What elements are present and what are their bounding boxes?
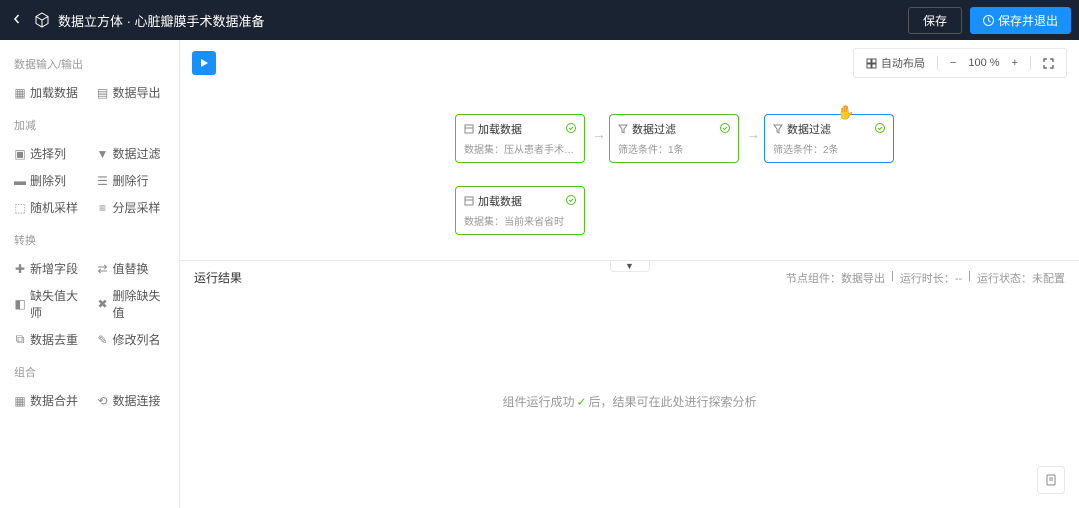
flow-node[interactable]: 数据过滤筛选条件：1条 — [609, 114, 739, 163]
sidebar-item-label: 随机采样 — [30, 199, 78, 216]
header: 数据立方体 · 心脏瓣膜手术数据准备 保存 保存并退出 — [0, 0, 1079, 40]
component-icon: ▬ — [14, 175, 26, 187]
sidebar-item-label: 数据连接 — [113, 392, 161, 409]
sidebar-item-label: 缺失值大师 — [30, 287, 83, 321]
flow-node[interactable]: 数据过滤筛选条件：2条 — [764, 114, 894, 163]
arrow-icon: → — [592, 126, 606, 142]
sidebar-item-label: 加载数据 — [30, 84, 78, 101]
save-exit-button[interactable]: 保存并退出 — [970, 7, 1071, 34]
sidebar-item[interactable]: ▦ 加载数据 — [8, 80, 89, 105]
sidebar-section-title: 组合 — [0, 360, 179, 384]
sidebar-item[interactable]: ⟲ 数据连接 — [91, 388, 172, 413]
sidebar-item-label: 数据过滤 — [113, 145, 161, 162]
arrow-icon: → — [746, 126, 760, 142]
sidebar-section-title: 转换 — [0, 228, 179, 252]
canvas-toolbar: 自动布局 − 100 % + — [180, 40, 1079, 86]
component-icon: ✖ — [97, 298, 109, 310]
component-icon: ▦ — [14, 87, 26, 99]
sidebar-item[interactable]: ✖ 删除缺失值 — [91, 283, 172, 325]
results-body: 组件运行成功✓后，结果可在此处进行探索分析 — [180, 294, 1079, 508]
cube-icon — [34, 12, 50, 28]
component-icon: ≡ — [97, 202, 109, 214]
sidebar-item-label: 选择列 — [30, 145, 66, 162]
sidebar-item[interactable]: ⧉ 数据去重 — [8, 327, 89, 352]
component-icon: ⇄ — [97, 263, 109, 275]
node-subtitle: 筛选条件：1条 — [618, 141, 730, 156]
node-status-icon — [875, 123, 885, 136]
component-icon: ▦ — [14, 395, 26, 407]
node-title: 加载数据 — [478, 193, 522, 209]
component-icon: ⧉ — [14, 334, 26, 346]
component-icon: ☰ — [97, 175, 109, 187]
sidebar-item[interactable]: ▬ 删除列 — [8, 168, 89, 193]
sidebar-item-label: 数据去重 — [30, 331, 78, 348]
sidebar-item[interactable]: ▼ 数据过滤 — [91, 141, 172, 166]
sidebar-item[interactable]: ▦ 数据合并 — [8, 388, 89, 413]
back-button[interactable] — [8, 9, 26, 31]
save-exit-label: 保存并退出 — [998, 12, 1058, 29]
flow-node[interactable]: 加载数据数据集：压从患者手术信息… — [455, 114, 585, 163]
flow-node[interactable]: 加载数据数据集：当前来省省时 — [455, 186, 585, 235]
success-icon: ✓ — [576, 395, 586, 409]
sidebar-item-label: 值替换 — [113, 260, 149, 277]
fit-button[interactable] — [1035, 54, 1062, 73]
sidebar-item[interactable]: ✚ 新增字段 — [8, 256, 89, 281]
sidebar-item-label: 分层采样 — [113, 199, 161, 216]
sidebar-item[interactable]: ✎ 修改列名 — [91, 327, 172, 352]
sidebar-item[interactable]: ⇄ 值替换 — [91, 256, 172, 281]
sidebar-item[interactable]: ≡ 分层采样 — [91, 195, 172, 220]
sidebar-section-title: 数据输入/输出 — [0, 52, 179, 76]
results-title: 运行结果 — [194, 269, 242, 286]
sidebar-item-label: 新增字段 — [30, 260, 78, 277]
component-icon: ⬚ — [14, 202, 26, 214]
sidebar-item[interactable]: ▤ 数据导出 — [91, 80, 172, 105]
node-status-icon — [566, 123, 576, 136]
sidebar-item-label: 数据导出 — [113, 84, 161, 101]
sidebar-section-title: 加减 — [0, 113, 179, 137]
cursor-hand-icon: ✋ — [837, 104, 854, 121]
sidebar-item[interactable]: ◧ 缺失值大师 — [8, 283, 89, 325]
node-subtitle: 筛选条件：2条 — [773, 141, 885, 156]
sidebar-item-label: 删除列 — [30, 172, 66, 189]
page-title: 数据立方体 · 心脏瓣膜手术数据准备 — [58, 11, 265, 30]
component-icon: ▼ — [97, 148, 109, 160]
component-icon: ⟲ — [97, 395, 109, 407]
zoom-level: 100 % — [968, 57, 999, 69]
node-type-icon — [773, 124, 783, 134]
results-panel: ▼ 运行结果 节点组件：数据导出 | 运行时长：-- | 运行状态：未配置 组件… — [180, 260, 1079, 508]
node-type-icon — [464, 196, 474, 206]
node-title: 加载数据 — [478, 121, 522, 137]
component-icon: ◧ — [14, 298, 26, 310]
node-type-icon — [618, 124, 628, 134]
panel-drag-handle[interactable]: ▼ — [610, 260, 650, 272]
auto-layout-button[interactable]: 自动布局 — [858, 51, 933, 75]
sidebar-item-label: 数据合并 — [30, 392, 78, 409]
sidebar-item[interactable]: ▣ 选择列 — [8, 141, 89, 166]
sidebar-item-label: 删除行 — [113, 172, 149, 189]
run-button[interactable] — [192, 51, 216, 75]
node-status-icon — [566, 195, 576, 208]
node-subtitle: 数据集：压从患者手术信息… — [464, 141, 576, 156]
sidebar-item-label: 删除缺失值 — [113, 287, 166, 321]
sidebar-item[interactable]: ☰ 删除行 — [91, 168, 172, 193]
node-subtitle: 数据集：当前来省省时 — [464, 213, 576, 228]
node-title: 数据过滤 — [632, 121, 676, 137]
zoom-in-button[interactable]: + — [1004, 53, 1026, 73]
zoom-out-button[interactable]: − — [942, 53, 964, 73]
results-meta: 节点组件：数据导出 | 运行时长：-- | 运行状态：未配置 — [786, 270, 1065, 286]
node-type-icon — [464, 124, 474, 134]
float-doc-button[interactable] — [1037, 466, 1065, 494]
sidebar-item[interactable]: ⬚ 随机采样 — [8, 195, 89, 220]
component-icon: ✚ — [14, 263, 26, 275]
component-icon: ▣ — [14, 148, 26, 160]
sidebar: 数据输入/输出 ▦ 加载数据 ▤ 数据导出加减 ▣ 选择列 ▼ 数据过滤 ▬ 删除列 ☰ 删除行 ⬚ 随机采… — [0, 40, 180, 508]
component-icon: ▤ — [97, 87, 109, 99]
node-title: 数据过滤 — [787, 121, 831, 137]
node-status-icon — [720, 123, 730, 136]
save-button[interactable]: 保存 — [908, 7, 962, 34]
component-icon: ✎ — [97, 334, 109, 346]
sidebar-item-label: 修改列名 — [113, 331, 161, 348]
